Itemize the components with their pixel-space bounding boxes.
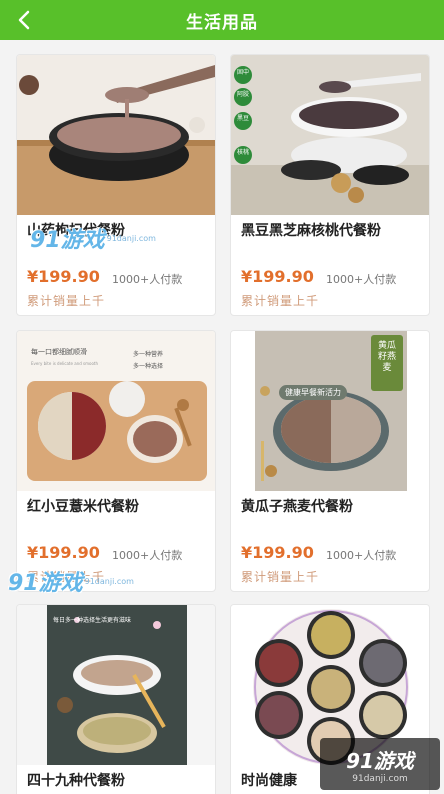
product-name: 山药枸杞代餐粉 — [27, 223, 125, 239]
image-headline: 每一口都细腻顺滑 — [31, 348, 87, 356]
product-image — [17, 55, 215, 215]
sales-note: 累计销量上千 — [27, 294, 106, 308]
image-tag: 核桃 — [236, 149, 249, 156]
product-card[interactable]: 固中 阿胶 黑豆 核桃 黑豆黑芝麻核桃代餐粉 ¥199.90 1000+人付款 … — [230, 54, 430, 316]
product-name: 黄瓜子燕麦代餐粉 — [241, 499, 353, 515]
top-bar: 生活用品 — [0, 0, 444, 40]
back-button[interactable] — [12, 8, 36, 32]
product-price: ¥199.90 — [27, 543, 100, 562]
product-card[interactable]: 健康早餐新活力 黄瓜籽燕麦 黄瓜子燕麦代餐粉 ¥199.90 1000+人付款 … — [230, 330, 430, 592]
image-tag: 多一种营养 — [133, 351, 164, 358]
product-card[interactable]: 每一口都细腻顺滑 Every bite is delicate and smoo… — [16, 330, 216, 592]
watermark-domain: 91danji.com — [352, 773, 408, 784]
image-tag: 黑豆 — [236, 115, 249, 122]
product-price: ¥199.90 — [241, 267, 314, 286]
image-tag: 固中 — [236, 69, 249, 76]
corner-watermark: 91游戏 91danji.com — [320, 738, 440, 790]
product-name: 黑豆黑芝麻核桃代餐粉 — [241, 223, 381, 239]
product-card[interactable]: 山药枸杞代餐粉 ¥199.90 1000+人付款 累计销量上千 — [16, 54, 216, 316]
image-subtext: Every bite is delicate and smooth — [31, 361, 99, 366]
image-side-label: 黄瓜籽燕麦 — [377, 341, 396, 373]
chevron-left-icon — [18, 10, 30, 30]
product-name: 红小豆薏米代餐粉 — [27, 499, 139, 515]
watermark-logo: 91游戏 — [346, 748, 414, 773]
buyer-count: 1000+人付款 — [112, 549, 183, 562]
product-image: 健康早餐新活力 黄瓜籽燕麦 — [231, 331, 429, 491]
product-card[interactable]: 每日多一种选择生活更有滋味 四十九种代餐粉 — [16, 604, 216, 794]
page-title: 生活用品 — [186, 12, 258, 33]
product-price: ¥199.90 — [241, 543, 314, 562]
image-banner: 每日多一种选择生活更有滋味 — [53, 617, 132, 624]
buyer-count: 1000+人付款 — [112, 273, 183, 286]
sales-note: 累计销量上千 — [241, 294, 320, 308]
product-image: 固中 阿胶 黑豆 核桃 — [231, 55, 429, 215]
image-tag: 多一种选择 — [133, 363, 164, 370]
image-tag: 阿胶 — [236, 91, 249, 98]
sales-note: 累计销量上千 — [27, 570, 106, 584]
product-image: 每日多一种选择生活更有滋味 — [17, 605, 215, 765]
image-banner: 健康早餐新活力 — [279, 385, 347, 400]
buyer-count: 1000+人付款 — [326, 549, 397, 562]
product-image: 每一口都细腻顺滑 Every bite is delicate and smoo… — [17, 331, 215, 491]
buyer-count: 1000+人付款 — [326, 273, 397, 286]
product-price: ¥199.90 — [27, 267, 100, 286]
product-name: 四十九种代餐粉 — [27, 773, 125, 789]
sales-note: 累计销量上千 — [241, 570, 320, 584]
